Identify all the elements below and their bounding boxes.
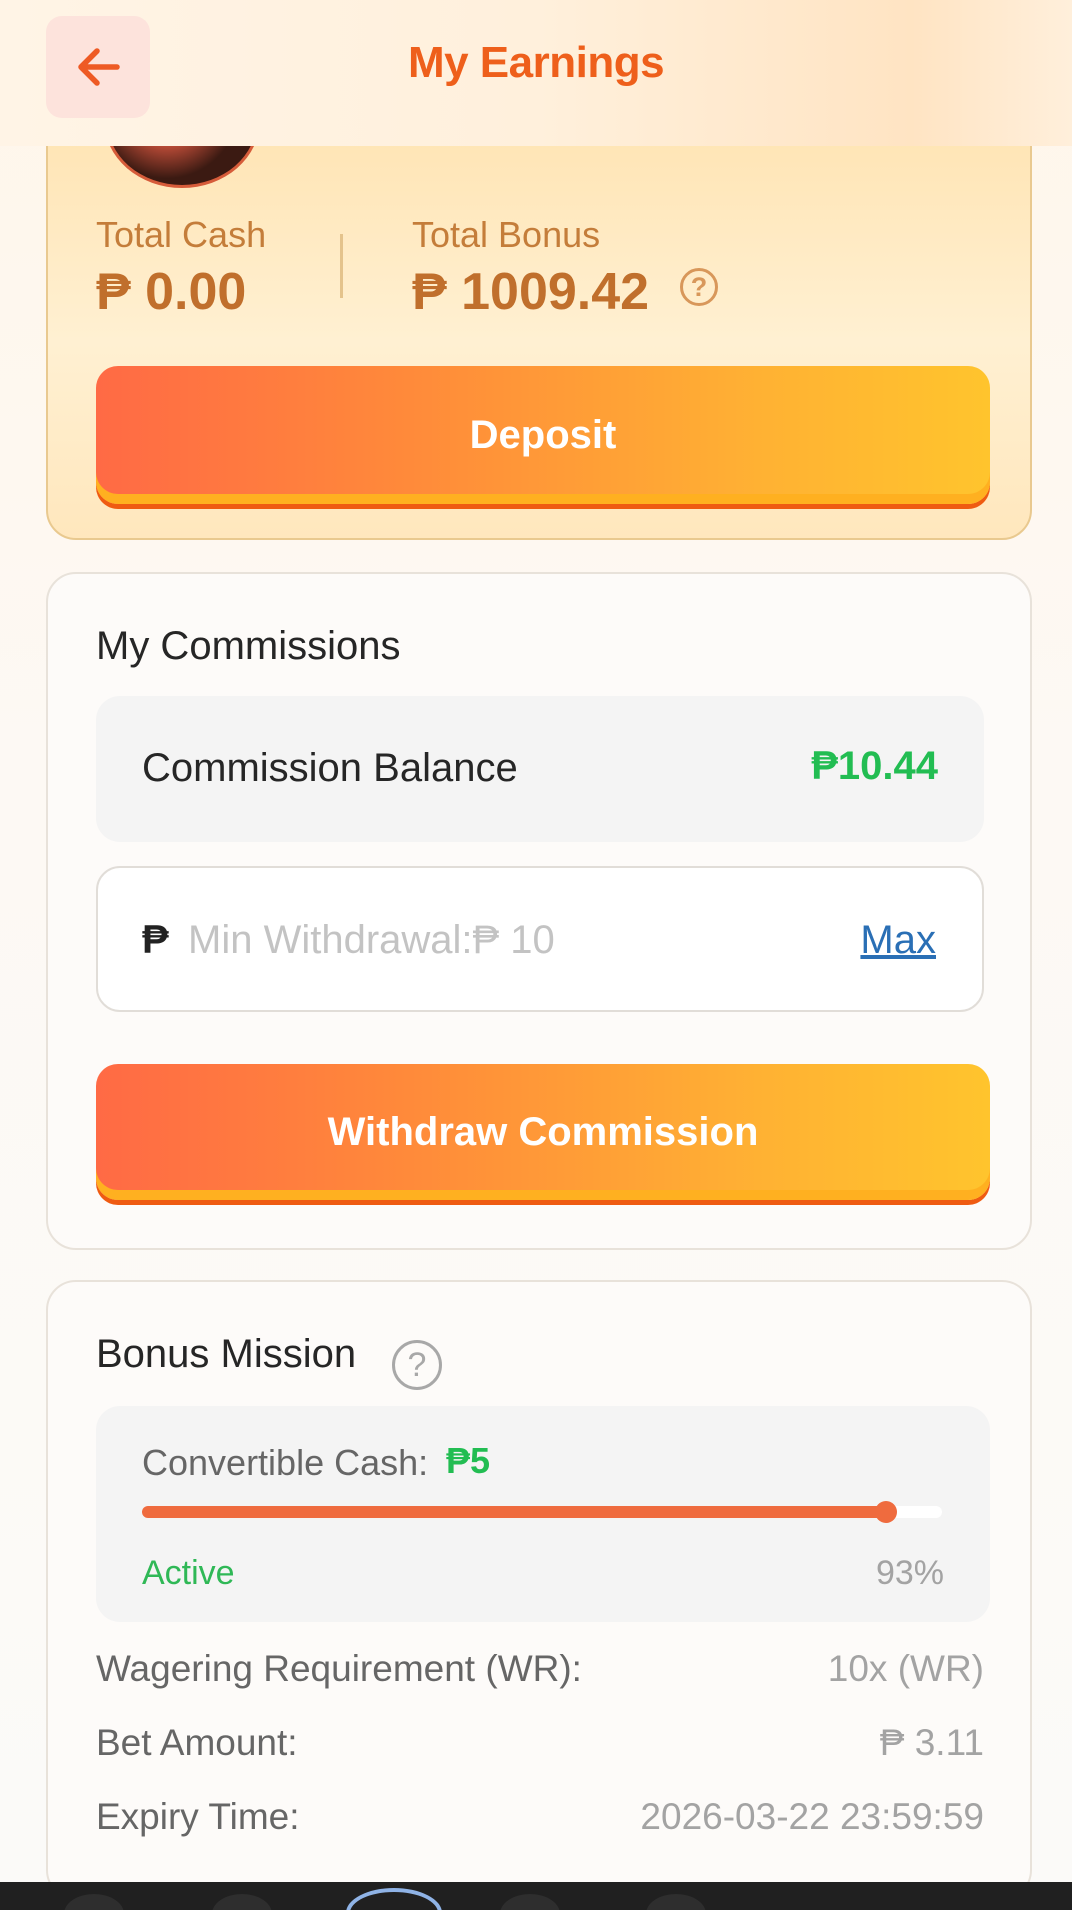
wagering-requirement-label: Wagering Requirement (WR): xyxy=(96,1648,582,1689)
mission-progress-bar xyxy=(142,1501,942,1523)
progress-knob xyxy=(875,1501,897,1523)
progress-fill xyxy=(142,1506,886,1518)
question-icon[interactable]: ? xyxy=(680,268,718,306)
max-link[interactable]: Max xyxy=(860,918,936,963)
nav-center-icon[interactable] xyxy=(346,1888,442,1910)
withdraw-commission-button[interactable]: Withdraw Commission xyxy=(96,1064,990,1200)
mission-progress-box: Convertible Cash: ₱5 Active 93% xyxy=(96,1406,990,1622)
total-cash-label: Total Cash xyxy=(96,214,267,255)
convertible-cash-label: Convertible Cash: xyxy=(142,1442,429,1483)
nav-item[interactable] xyxy=(212,1894,272,1910)
convertible-cash-value: ₱5 xyxy=(446,1440,491,1481)
stat-divider xyxy=(340,234,343,298)
commissions-title: My Commissions xyxy=(96,624,401,668)
header: My Earnings xyxy=(0,0,1072,146)
mission-status: Active xyxy=(142,1554,235,1592)
deposit-button[interactable]: Deposit xyxy=(96,366,990,504)
commission-balance-label: Commission Balance xyxy=(142,746,518,790)
expiry-time-value: 2026-03-22 23:59:59 xyxy=(640,1796,984,1837)
total-cash-value: ₱ 0.00 xyxy=(96,263,247,321)
wallet-card: Total Cash ₱ 0.00 Total Bonus ₱ 1009.42 … xyxy=(46,100,1032,540)
withdraw-amount-input[interactable] xyxy=(188,908,788,972)
withdraw-amount-field[interactable]: ₱ Max xyxy=(96,866,984,1012)
nav-item[interactable] xyxy=(646,1894,706,1910)
wagering-requirement-value: 10x (WR) xyxy=(827,1648,984,1689)
total-bonus-value: ₱ 1009.42 xyxy=(412,263,650,321)
bet-amount-value: ₱ 3.11 xyxy=(879,1722,984,1763)
currency-prefix: ₱ xyxy=(142,918,169,962)
bonus-mission-panel: Bonus Mission ? Convertible Cash: ₱5 Act… xyxy=(46,1280,1032,1900)
commission-balance-box: Commission Balance ₱10.44 xyxy=(96,696,984,842)
bottom-nav-bar xyxy=(0,1882,1072,1910)
bonus-mission-title: Bonus Mission xyxy=(96,1332,357,1376)
expiry-time-label: Expiry Time: xyxy=(96,1796,300,1837)
commission-balance-value: ₱10.44 xyxy=(811,744,938,788)
mission-percent: 93% xyxy=(875,1554,944,1592)
commissions-panel: My Commissions Commission Balance ₱10.44… xyxy=(46,572,1032,1250)
nav-item[interactable] xyxy=(500,1894,560,1910)
nav-item[interactable] xyxy=(64,1894,124,1910)
page-title: My Earnings xyxy=(407,38,665,87)
bet-amount-label: Bet Amount: xyxy=(96,1722,298,1763)
total-bonus-label: Total Bonus xyxy=(412,214,601,255)
question-icon[interactable]: ? xyxy=(392,1340,442,1390)
